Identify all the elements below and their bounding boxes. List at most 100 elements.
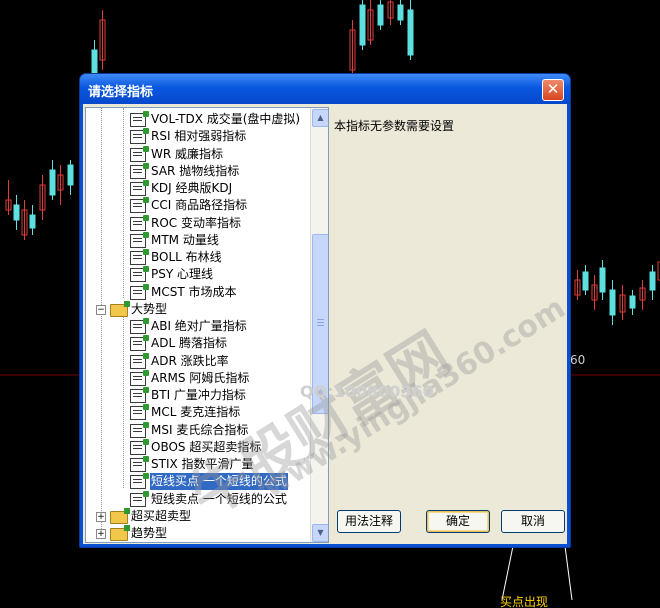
tree-item-label: PSY 心理线 [151,267,213,282]
tree-group[interactable]: + 趋势型 [86,525,308,542]
tree-item-label: RSI 相对强弱指标 [151,129,247,144]
folder-icon [110,300,130,317]
formula-icon [130,197,149,214]
formula-icon [130,162,149,179]
folder-icon [110,507,130,524]
formula-icon [130,249,149,265]
tree-item[interactable]: SAR 抛物线指标 [86,162,308,180]
tree-item[interactable]: MCL 麦克连指标 [86,404,308,421]
collapse-icon[interactable]: − [96,304,106,315]
tree-item-label: OBOS 超买超卖指标 [151,439,262,454]
folder-icon [110,525,130,541]
tree-item-label: 短线买点 一个短线的公式 [150,473,288,491]
tree-group-label: 大势型 [131,301,168,316]
formula-icon [130,318,149,334]
expand-icon[interactable]: + [96,511,106,522]
tree-item-label: ADR 涨跌比率 [151,353,229,368]
candle-body [649,271,656,291]
tree-item[interactable]: 短线卖点 一个短线的公式 [86,490,308,508]
formula-icon [130,231,149,248]
tree-item[interactable]: RSI 相对强弱指标 [86,128,308,145]
candle-body [67,164,74,186]
tree-item-label: SAR 抛物线指标 [151,163,240,178]
candle-body [397,4,404,21]
tree-item[interactable]: ADL 腾落指标 [86,335,308,352]
tree-item-label: BOLL 布林线 [151,250,222,264]
tree-item[interactable]: MSI 麦氏综合指标 [86,421,308,439]
tree-group[interactable]: + 超买超卖型 [86,507,308,525]
tree-item[interactable]: CCI 商品路径指标 [86,197,308,214]
formula-icon [130,490,149,507]
tree-item[interactable]: ABI 绝对广量指标 [86,318,308,335]
formula-icon [130,128,149,145]
candle-body [407,9,414,56]
candle-body [629,295,636,309]
formula-icon [130,421,149,438]
candle-body [49,169,56,196]
tree-item[interactable]: MCST 市场成本 [86,283,308,301]
tree-group-label: 趋势型 [131,526,168,540]
cancel-button[interactable]: 取消 [501,510,565,533]
close-icon[interactable]: ✕ [542,79,564,101]
select-indicator-dialog: 请选择指标 ✕ VOL-TDX 成交量(盘中虚拟) RSI 相对强弱指标 WR 威廉… [79,73,571,548]
tree-item[interactable]: BTI 广量冲力指标 [86,387,308,404]
tree-item-label: ROC 变动率指标 [151,215,241,230]
tree-group[interactable]: − 大势型 [86,300,308,318]
formula-icon [130,335,149,352]
formula-icon [130,438,149,455]
expand-icon[interactable]: + [96,529,106,539]
tree-item[interactable]: MTM 动量线 [86,231,308,249]
scroll-down-icon[interactable]: ▼ [312,524,328,542]
tree-item[interactable]: BOLL 布林线 [86,249,308,266]
tree-item-label: ADL 腾落指标 [151,336,227,351]
formula-icon [130,145,149,162]
tree-item-label: WR 威廉指标 [151,146,224,161]
no-parameter-text: 本指标无参数需要设置 [334,119,455,133]
parameter-panel: 本指标无参数需要设置 [331,107,565,541]
watermark-qq: QQ:100800360 [300,382,434,401]
tree-item-label: ARMS 阿姆氏指标 [151,370,250,385]
tree-item-label: ABI 绝对广量指标 [151,319,247,333]
candle-body [599,267,606,293]
formula-icon [130,369,149,386]
formula-icon [130,214,149,231]
formula-icon [130,266,149,283]
tree-item-label: MCST 市场成本 [151,284,237,299]
tree-item-label: CCI 商品路径指标 [151,198,248,213]
tree-item[interactable]: ARMS 阿姆氏指标 [86,369,308,387]
ok-button[interactable]: 确定 [426,510,490,533]
tree-item[interactable]: KDJ 经典版KDJ [86,180,308,197]
candle-body [582,271,589,291]
tree-item-label: VOL-TDX 成交量(盘中虚拟) [151,112,301,126]
axis-value-label: 60 [570,353,585,367]
indicator-tree[interactable]: VOL-TDX 成交量(盘中虚拟) RSI 相对强弱指标 WR 威廉指标 SAR 抛物… [85,107,329,543]
tree-scrollbar[interactable]: ▲ ▼ [310,108,328,542]
buy-point-annotation: 买点出现 [500,595,548,608]
formula-icon [130,473,149,490]
formula-icon [130,404,149,421]
tree-item-label: STIX 指数平滑广量 [151,457,254,471]
tree-item[interactable]: ADR 涨跌比率 [86,352,308,370]
candle-body [609,289,616,316]
candle-body [29,214,36,229]
candle-body [13,204,20,221]
formula-icon [130,456,149,472]
tree-group-label: 超买超卖型 [131,508,192,523]
formula-icon [130,387,149,403]
dialog-client-area: VOL-TDX 成交量(盘中虚拟) RSI 相对强弱指标 WR 威廉指标 SAR 抛物… [83,104,567,544]
formula-icon [130,111,149,127]
tree-item[interactable]: 短线买点 一个短线的公式 [86,473,308,491]
tree-item-label: KDJ 经典版KDJ [151,181,233,195]
tree-item[interactable]: WR 威廉指标 [86,145,308,163]
tree-item-label: MSI 麦氏综合指标 [151,422,249,437]
tree-item[interactable]: STIX 指数平滑广量 [86,456,308,473]
tree-item[interactable]: VOL-TDX 成交量(盘中虚拟) [86,111,308,128]
dialog-title-bar[interactable]: 请选择指标 ✕ [80,74,570,104]
scroll-up-icon[interactable]: ▲ [312,109,328,127]
tree-item[interactable]: ROC 变动率指标 [86,214,308,232]
tree-item[interactable]: OBOS 超买超卖指标 [86,438,308,456]
tree-item-label: 短线卖点 一个短线的公式 [151,491,287,506]
formula-icon [130,180,149,196]
tree-item[interactable]: PSY 心理线 [86,266,308,283]
usage-notes-button[interactable]: 用法注释 [337,510,401,533]
